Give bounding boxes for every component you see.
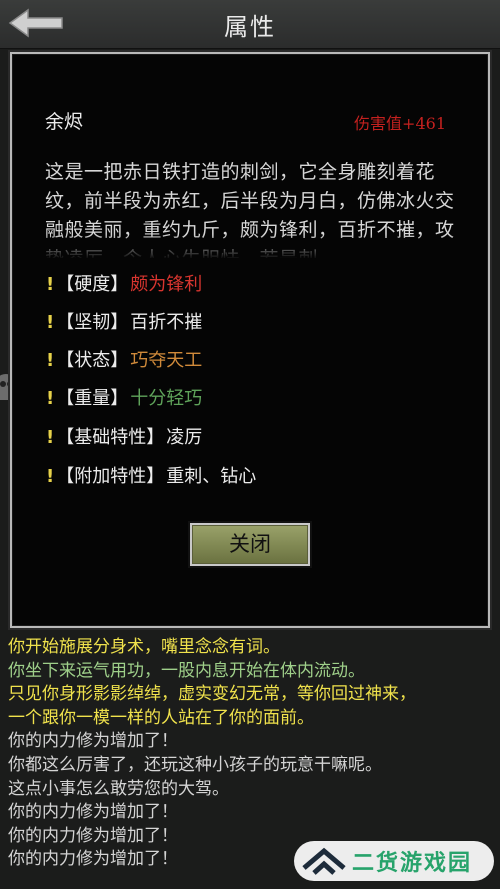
item-description-scroll[interactable]: 这是一把赤日铁打造的刺剑，它全身雕刻着花纹，前半段为赤红，后半段为月白，仿佛冰火… [45, 158, 471, 258]
attribute-value: 颇为锋利 [130, 274, 203, 295]
log-line: 你开始施展分身术，嘴里念念有词。 [8, 637, 280, 657]
attribute-row-toughness: ! 【坚韧】 百折不摧 [46, 308, 202, 336]
attribute-row-status: ! 【状态】 巧夺天工 [46, 346, 202, 374]
watermark: 二货游戏园 [294, 841, 494, 881]
log-line: 只见你身形影影绰绰，虚实变幻无常，等你回过神来， [8, 684, 416, 705]
attribute-key: 【附加特性】 [56, 466, 165, 487]
item-name: 余烬 [45, 111, 84, 133]
close-button[interactable]: 关闭 [190, 523, 310, 566]
attribute-key: 【状态】 [56, 350, 129, 371]
attribute-key: 【坚韧】 [56, 312, 129, 333]
top-bar: 属性 [0, 0, 500, 49]
attribute-marker-icon: ! [46, 466, 55, 487]
log-line: 你坐下来运气用功，一股内息开始在体内流动。 [8, 660, 365, 681]
page-title: 属性 [224, 13, 276, 41]
attribute-marker-icon: ! [46, 350, 55, 371]
log-line: 这点小事怎么敢劳您的大驾。 [8, 778, 229, 799]
attribute-value: 重刺、钻心 [166, 466, 257, 487]
attribute-key: 【重量】 [56, 388, 129, 409]
attribute-marker-icon: ! [46, 312, 55, 333]
attribute-marker-icon: ! [46, 388, 55, 409]
attribute-key: 【硬度】 [56, 274, 129, 295]
attribute-row-base-trait: ! 【基础特性】 凌厉 [46, 423, 202, 451]
attribute-row-hardness: ! 【硬度】 颇为锋利 [46, 270, 202, 298]
attribute-marker-icon: ! [46, 274, 55, 295]
attribute-key: 【基础特性】 [56, 427, 165, 448]
attribute-value: 十分轻巧 [130, 388, 203, 409]
attribute-value: 凌厉 [166, 427, 203, 448]
log-line: 你都这么厉害了，还玩这种小孩子的玩意干嘛呢。 [8, 754, 382, 775]
log-line: 你的内力修为增加了！ [8, 731, 178, 752]
damage-value: 伤害值+461 [354, 114, 446, 133]
house-logo-icon [302, 847, 346, 875]
attribute-value: 巧夺天工 [130, 350, 203, 371]
attribute-value: 百折不摧 [130, 312, 203, 333]
description-fade [45, 234, 471, 258]
log-line: 你的内力修为增加了！ [8, 802, 178, 823]
watermark-text: 二货游戏园 [352, 851, 473, 876]
attribute-row-extra-trait: ! 【附加特性】 重刺、钻心 [46, 462, 256, 490]
attribute-row-weight: ! 【重量】 十分轻巧 [46, 384, 202, 412]
log-line: 一个跟你一模一样的人站在了你的面前。 [8, 707, 314, 728]
attribute-marker-icon: ! [46, 427, 55, 448]
item-detail-panel: 余烬 伤害值+461 这是一把赤日铁打造的刺剑，它全身雕刻着花纹，前半段为赤红，… [10, 52, 490, 628]
